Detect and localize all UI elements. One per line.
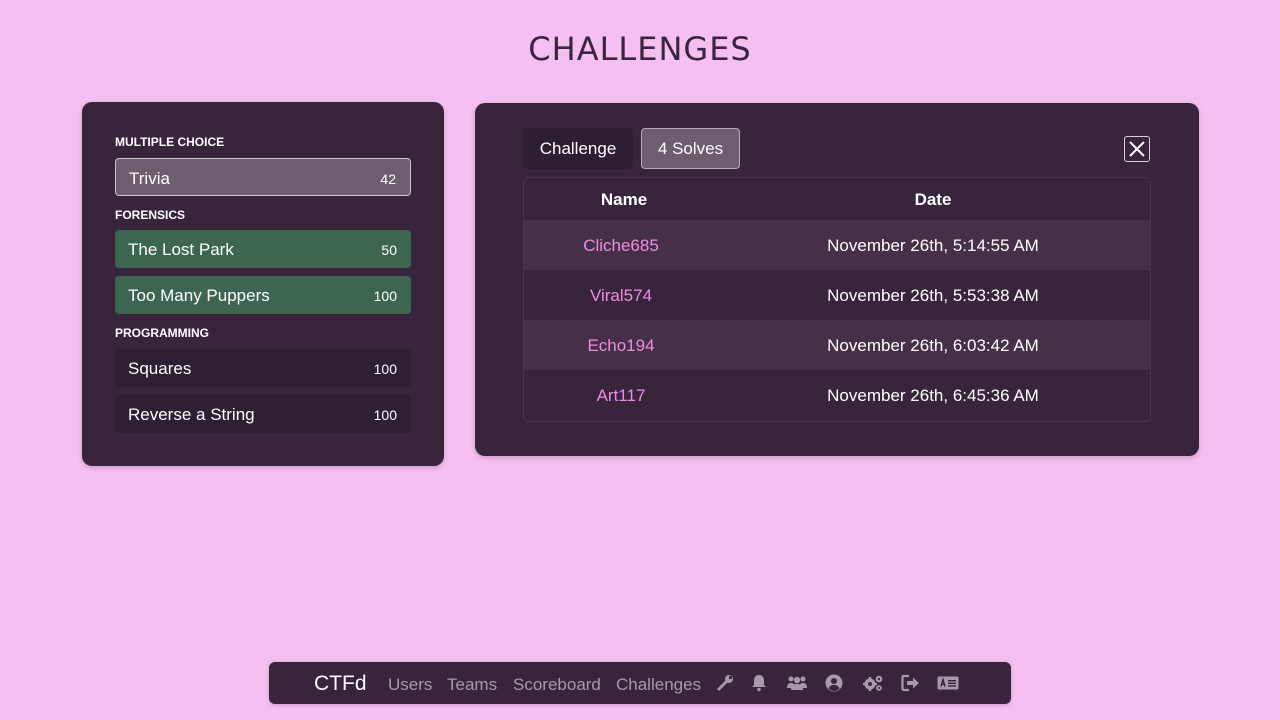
- category-label-multiple-choice: MULTIPLE CHOICE: [115, 135, 225, 149]
- cogs-icon[interactable]: [862, 674, 884, 692]
- table-row: Echo194 November 26th, 6:03:42 AM: [524, 320, 1150, 370]
- solver-name-link[interactable]: Echo194: [524, 336, 718, 356]
- tab-solves[interactable]: 4 Solves: [641, 128, 740, 169]
- challenge-name: The Lost Park: [128, 240, 234, 259]
- challenge-name: Too Many Puppers: [128, 286, 270, 305]
- challenge-name: Reverse a String: [128, 405, 255, 424]
- column-header-date: Date: [914, 190, 952, 209]
- page-title: CHALLENGES: [528, 30, 752, 68]
- nav-link-challenges[interactable]: Challenges: [616, 675, 701, 695]
- solve-date: November 26th, 5:53:38 AM: [827, 286, 1039, 305]
- challenge-name: Squares: [128, 359, 192, 378]
- solver-name-link[interactable]: Art117: [524, 386, 718, 406]
- challenge-modal: Challenge 4 Solves Name Date Cliche685 N…: [475, 103, 1199, 456]
- table-row: Art117 November 26th, 6:45:36 AM: [524, 370, 1150, 420]
- table-row: Cliche685 November 26th, 5:14:55 AM: [524, 220, 1150, 270]
- sign-out-icon[interactable]: [901, 674, 921, 692]
- challenge-value: 100: [373, 288, 397, 304]
- challenge-name: Trivia: [129, 169, 170, 188]
- challenge-button-squares[interactable]: Squares 100: [115, 349, 411, 387]
- column-header-name: Name: [600, 190, 648, 209]
- solver-name-link[interactable]: Cliche685: [524, 236, 718, 256]
- close-button[interactable]: [1124, 136, 1150, 162]
- solve-date: November 26th, 6:45:36 AM: [827, 386, 1039, 405]
- solves-table: Name Date Cliche685 November 26th, 5:14:…: [523, 177, 1151, 422]
- tab-challenge[interactable]: Challenge: [523, 128, 633, 169]
- category-label-programming: PROGRAMMING: [115, 326, 209, 340]
- table-header: Name Date: [524, 178, 1150, 220]
- bell-icon[interactable]: [749, 674, 769, 692]
- brand-link[interactable]: CTFd: [314, 672, 367, 696]
- nav-link-scoreboard[interactable]: Scoreboard: [513, 675, 601, 695]
- solve-date: November 26th, 6:03:42 AM: [827, 336, 1039, 355]
- solve-date: November 26th, 5:14:55 AM: [827, 236, 1039, 255]
- challenge-list-panel: MULTIPLE CHOICE Trivia 42 FORENSICS The …: [82, 102, 444, 466]
- challenge-value: 100: [373, 361, 397, 377]
- category-label-forensics: FORENSICS: [115, 208, 186, 222]
- navbar: CTFd Users Teams Scoreboard Challenges: [269, 662, 1011, 704]
- challenge-value: 42: [380, 171, 396, 187]
- challenge-value: 50: [381, 242, 397, 258]
- table-row: Viral574 November 26th, 5:53:38 AM: [524, 270, 1150, 320]
- wrench-icon[interactable]: [715, 674, 735, 692]
- nav-link-teams[interactable]: Teams: [447, 675, 497, 695]
- user-circle-icon[interactable]: [824, 674, 844, 692]
- challenge-button-too-many-puppers[interactable]: Too Many Puppers 100: [115, 276, 411, 314]
- language-icon[interactable]: [937, 674, 959, 692]
- challenge-button-the-lost-park[interactable]: The Lost Park 50: [115, 230, 411, 268]
- challenge-button-trivia[interactable]: Trivia 42: [115, 158, 411, 196]
- users-icon[interactable]: [786, 674, 808, 692]
- solver-name-link[interactable]: Viral574: [524, 286, 718, 306]
- challenge-value: 100: [373, 407, 397, 423]
- challenge-button-reverse-a-string[interactable]: Reverse a String 100: [115, 395, 411, 433]
- close-icon: [1129, 141, 1145, 157]
- nav-link-users[interactable]: Users: [388, 675, 432, 695]
